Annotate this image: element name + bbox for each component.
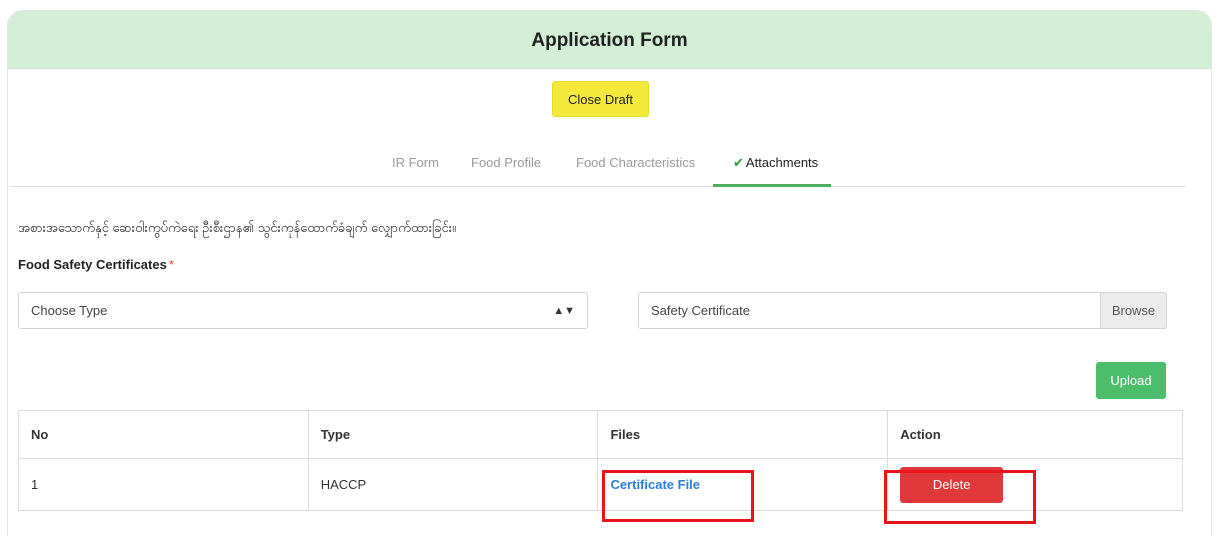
close-draft-button[interactable]: Close Draft bbox=[552, 81, 649, 117]
column-header-files: Files bbox=[597, 410, 889, 459]
certificate-file-input[interactable]: Safety Certificate bbox=[638, 292, 1100, 329]
attachments-table: No Type Files Action 1 HACCP Certificate… bbox=[18, 410, 1183, 511]
column-header-type: Type bbox=[307, 410, 599, 459]
required-asterisk: * bbox=[168, 257, 174, 272]
instruction-text: အစားအသောက်နှင့် ဆေးဝါးကွပ်ကဲရေး ဦးစီးဌာန… bbox=[18, 220, 456, 235]
select-arrows-icon: ▲▼ bbox=[553, 304, 575, 317]
cell-type: HACCP bbox=[307, 458, 599, 511]
certificate-type-select[interactable]: Choose Type ▲▼ bbox=[18, 292, 588, 329]
certificate-file-link[interactable]: Certificate File bbox=[610, 477, 700, 492]
column-header-no: No bbox=[18, 410, 309, 459]
column-header-action: Action bbox=[887, 410, 1183, 459]
form-tabs: IR Form Food Profile Food Characteristic… bbox=[10, 145, 1185, 187]
active-tab-underline bbox=[713, 184, 831, 187]
page-title: Application Form bbox=[531, 29, 688, 51]
section-label-text: Food Safety Certificates bbox=[18, 257, 167, 272]
table-header-row: No Type Files Action bbox=[18, 410, 1183, 459]
cell-files: Certificate File bbox=[597, 458, 889, 511]
certificate-file-group: Safety Certificate Browse bbox=[638, 292, 1167, 329]
upload-button[interactable]: Upload bbox=[1096, 362, 1166, 399]
table-row: 1 HACCP Certificate File Delete bbox=[18, 458, 1183, 511]
form-header: Application Form bbox=[8, 11, 1211, 69]
check-icon: ✔ bbox=[733, 155, 744, 170]
delete-button[interactable]: Delete bbox=[900, 466, 1004, 503]
food-safety-certificates-label: Food Safety Certificates * bbox=[18, 257, 174, 272]
certificate-type-value: Choose Type bbox=[31, 303, 108, 318]
tab-attachments[interactable]: ✔ Attachments bbox=[733, 155, 818, 171]
tab-ir-form[interactable]: IR Form bbox=[392, 155, 439, 170]
tab-food-profile[interactable]: Food Profile bbox=[471, 155, 541, 170]
cell-action: Delete bbox=[887, 458, 1183, 511]
tab-attachments-label: Attachments bbox=[745, 155, 819, 170]
tab-food-characteristics[interactable]: Food Characteristics bbox=[576, 155, 695, 170]
cell-no: 1 bbox=[18, 458, 309, 511]
browse-button[interactable]: Browse bbox=[1100, 292, 1167, 329]
